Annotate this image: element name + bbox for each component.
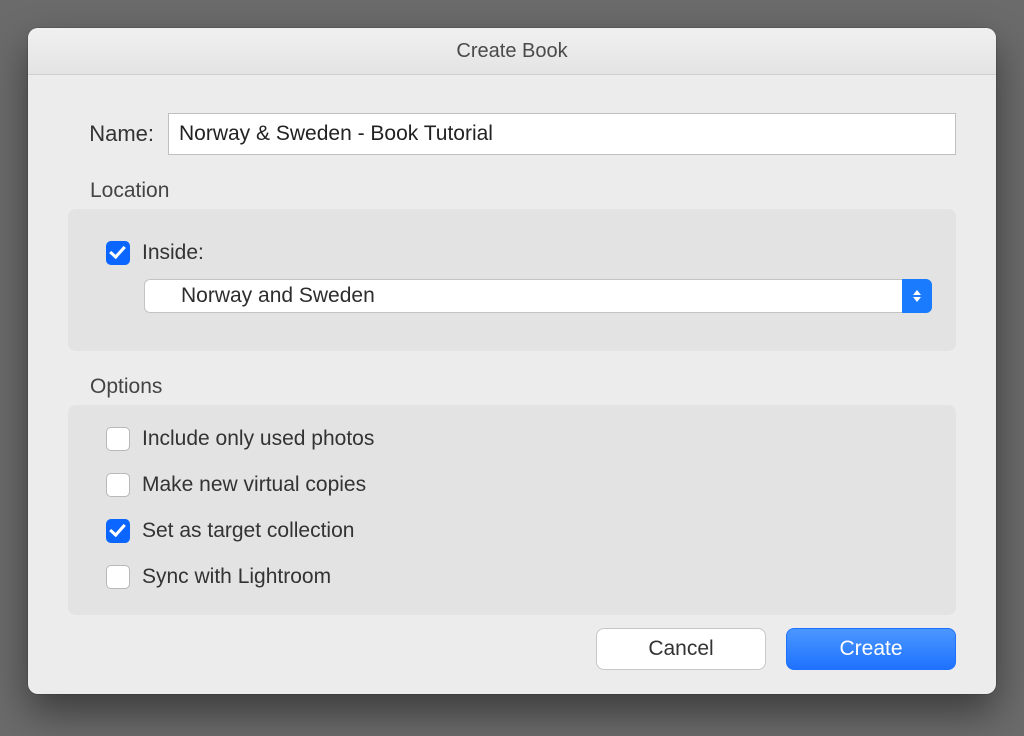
up-down-icon (902, 279, 932, 313)
name-label: Name: (68, 121, 154, 147)
inside-checkbox[interactable] (106, 241, 130, 265)
inside-label: Inside: (142, 241, 204, 265)
option-make-new-virtual-copies: Make new virtual copies (106, 473, 932, 497)
cancel-button-label: Cancel (648, 637, 713, 661)
option-checkbox-1[interactable] (106, 473, 130, 497)
option-include-only-used-photos: Include only used photos (106, 427, 932, 451)
cancel-button[interactable]: Cancel (596, 628, 766, 670)
dialog-title: Create Book (456, 40, 567, 63)
inside-row: Inside: (106, 241, 932, 265)
create-button-label: Create (839, 637, 902, 661)
option-sync-with-lightroom: Sync with Lightroom (106, 565, 932, 589)
name-input[interactable] (168, 113, 956, 155)
location-section-label: Location (90, 179, 956, 203)
option-label-2: Set as target collection (142, 519, 354, 543)
create-button[interactable]: Create (786, 628, 956, 670)
option-set-as-target-collection: Set as target collection (106, 519, 932, 543)
options-group: Include only used photos Make new virtua… (68, 405, 956, 615)
location-group: Inside: Norway and Sweden (68, 209, 956, 351)
option-label-3: Sync with Lightroom (142, 565, 331, 589)
name-row: Name: (68, 113, 956, 155)
option-label-1: Make new virtual copies (142, 473, 366, 497)
option-checkbox-2[interactable] (106, 519, 130, 543)
option-label-0: Include only used photos (142, 427, 374, 451)
dialog-button-row: Cancel Create (596, 628, 956, 670)
inside-select-value: Norway and Sweden (144, 279, 902, 313)
options-section-label: Options (90, 375, 956, 399)
inside-select[interactable]: Norway and Sweden (144, 279, 932, 313)
dialog-content: Name: Location Inside: Norway and Sweden (28, 75, 996, 694)
option-checkbox-3[interactable] (106, 565, 130, 589)
dialog-titlebar: Create Book (28, 28, 996, 75)
option-checkbox-0[interactable] (106, 427, 130, 451)
create-book-dialog: Create Book Name: Location Inside: Norwa… (28, 28, 996, 694)
modal-backdrop: Create Book Name: Location Inside: Norwa… (0, 0, 1024, 736)
